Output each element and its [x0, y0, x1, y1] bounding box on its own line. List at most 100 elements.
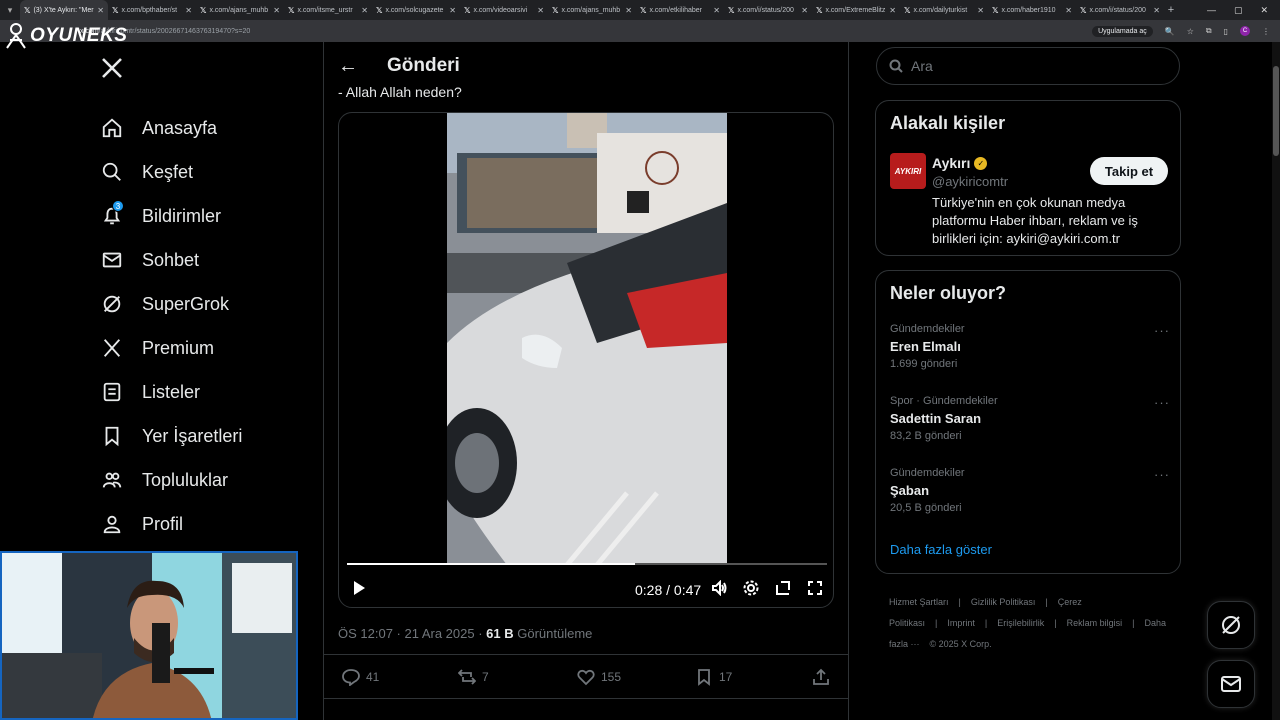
- browser-tab[interactable]: 𝕏x.com/ajans_muhb ✕: [196, 0, 284, 20]
- x-logo-icon[interactable]: [100, 56, 126, 86]
- close-tab-icon[interactable]: ✕: [537, 6, 544, 15]
- video-progress-bar[interactable]: [347, 563, 827, 565]
- search-input[interactable]: [911, 58, 1151, 74]
- fullscreen-icon[interactable]: [807, 580, 823, 601]
- browser-tab[interactable]: 𝕏 (3) X'te Aykırı: "Mer ✕: [20, 0, 108, 20]
- settings-icon[interactable]: [743, 580, 759, 601]
- video-player[interactable]: 0:28 / 0:47: [338, 112, 834, 608]
- account-name[interactable]: Aykırı ✓: [932, 155, 988, 171]
- footer-link[interactable]: © 2025 X Corp.: [930, 639, 992, 649]
- trend-category: Gündemdekiler: [890, 323, 965, 335]
- tab-title: x.com/bpthaber/st: [121, 6, 178, 14]
- nav-item-3[interactable]: 3 Bildirimler: [100, 194, 320, 238]
- scrollbar[interactable]: [1272, 42, 1280, 720]
- close-tab-icon[interactable]: ✕: [97, 6, 104, 15]
- nav-item-8[interactable]: Yer İşaretleri: [100, 414, 320, 458]
- more-icon[interactable]: ···: [1154, 467, 1170, 482]
- video-time: 0:28 / 0:47: [635, 582, 702, 598]
- bookmark-button[interactable]: 17: [695, 668, 732, 686]
- more-icon[interactable]: ···: [1154, 323, 1170, 338]
- footer-link[interactable]: Gizlilik Politikası: [971, 597, 1036, 607]
- heart-icon: [577, 669, 595, 686]
- nav-item-9[interactable]: Topluluklar: [100, 458, 320, 502]
- account-handle[interactable]: @aykiricomtr: [932, 174, 1008, 189]
- browser-tab[interactable]: 𝕏x.com/ExtremeBlitz ✕: [812, 0, 900, 20]
- like-button[interactable]: 155: [577, 668, 621, 686]
- close-tab-icon[interactable]: ✕: [1065, 6, 1072, 15]
- follow-button[interactable]: Takip et: [1090, 157, 1168, 185]
- browser-tab[interactable]: 𝕏x.com/itsme_urstr ✕: [284, 0, 372, 20]
- share-button[interactable]: [812, 668, 830, 686]
- browser-tab[interactable]: 𝕏x.com/bpthaber/st ✕: [108, 0, 196, 20]
- search-box[interactable]: [876, 47, 1180, 85]
- browser-tab[interactable]: 𝕏x.com/i/status/200 ✕: [1076, 0, 1164, 20]
- close-tab-icon[interactable]: ✕: [713, 6, 720, 15]
- play-icon[interactable]: [351, 580, 367, 601]
- tab-title: x.com/i/status/200: [737, 6, 794, 14]
- nav-item-6[interactable]: Premium: [100, 326, 320, 370]
- close-tab-icon[interactable]: ✕: [449, 6, 456, 15]
- footer-link[interactable]: Imprint: [947, 618, 975, 628]
- related-people-card: Alakalı kişiler AYKIRI Aykırı ✓ @aykirico…: [875, 100, 1181, 256]
- nav-item-2[interactable]: Keşfet: [100, 150, 320, 194]
- close-tab-icon[interactable]: ✕: [273, 6, 280, 15]
- zoom-icon[interactable]: 🔍: [1165, 27, 1175, 36]
- close-tab-icon[interactable]: ✕: [625, 6, 632, 15]
- browser-menu-icon[interactable]: ⋮: [1262, 27, 1270, 36]
- tab-search-icon[interactable]: ▾: [0, 0, 20, 20]
- maximize-icon[interactable]: ▢: [1234, 5, 1243, 16]
- grok-button[interactable]: [1207, 601, 1255, 649]
- close-tab-icon[interactable]: ✕: [1153, 6, 1160, 15]
- footer-link[interactable]: Reklam bilgisi: [1067, 618, 1123, 628]
- nav-item-7[interactable]: Listeler: [100, 370, 320, 414]
- avatar[interactable]: AYKIRI: [890, 153, 926, 189]
- browser-tab[interactable]: 𝕏x.com/solcugazete ✕: [372, 0, 460, 20]
- post-text: - Allah Allah neden?: [338, 84, 462, 100]
- browser-tab[interactable]: 𝕏x.com/dailyturkist ✕: [900, 0, 988, 20]
- view-count: 61 B: [486, 626, 514, 641]
- repost-button[interactable]: 7: [458, 668, 489, 686]
- browser-tab[interactable]: 𝕏x.com/ajans_muhb ✕: [548, 0, 636, 20]
- minimize-icon[interactable]: —: [1207, 5, 1216, 16]
- extensions-icon[interactable]: ⧉: [1206, 26, 1212, 36]
- nav-item-1[interactable]: Anasayfa: [100, 106, 320, 150]
- browser-tab[interactable]: 𝕏x.com/etkilihaber ✕: [636, 0, 724, 20]
- close-tab-icon[interactable]: ✕: [977, 6, 984, 15]
- nav-label: SuperGrok: [142, 293, 230, 314]
- footer-link[interactable]: Erişilebilirlik: [997, 618, 1044, 628]
- nav-item-5[interactable]: SuperGrok: [100, 282, 320, 326]
- reply-button[interactable]: 41: [342, 668, 379, 686]
- video-frame[interactable]: [447, 113, 727, 565]
- show-more-link[interactable]: Daha fazla göster: [890, 542, 992, 557]
- nav-item-10[interactable]: Profil: [100, 502, 320, 546]
- trend-item[interactable]: Gündemdekiler Şaban 20,5 B gönderi ···: [890, 467, 1170, 514]
- nav-item-4[interactable]: Sohbet: [100, 238, 320, 282]
- sidebar-icon[interactable]: ▯: [1224, 27, 1228, 36]
- trend-item[interactable]: Gündemdekiler Eren Elmalı 1.699 gönderi ···: [890, 323, 1170, 370]
- more-icon[interactable]: ···: [1154, 395, 1170, 410]
- browser-tab[interactable]: 𝕏x.com/haber1910 ✕: [988, 0, 1076, 20]
- back-arrow-icon[interactable]: ←: [338, 55, 358, 78]
- close-tab-icon[interactable]: ✕: [801, 6, 808, 15]
- pip-icon[interactable]: [775, 580, 791, 601]
- trend-item[interactable]: Spor · Gündemdekiler Sadettin Saran 83,2 B…: [890, 395, 1170, 442]
- footer-separator: |: [935, 618, 938, 628]
- post-timestamp[interactable]: ÖS 12:07 · 21 Ara 2025 ·: [338, 626, 486, 641]
- footer-link[interactable]: Hizmet Şartları: [889, 597, 949, 607]
- volume-icon[interactable]: [711, 579, 727, 601]
- star-icon[interactable]: ☆: [1187, 27, 1194, 36]
- close-tab-icon[interactable]: ✕: [889, 6, 896, 15]
- new-tab-button[interactable]: +: [1164, 4, 1178, 16]
- close-tab-icon[interactable]: ✕: [185, 6, 192, 15]
- open-in-app-button[interactable]: Uygulamada aç: [1092, 25, 1153, 37]
- browser-tab[interactable]: 𝕏x.com/videoarsivi ✕: [460, 0, 548, 20]
- profile-avatar[interactable]: C: [1240, 26, 1250, 36]
- footer-separator: |: [1045, 597, 1048, 607]
- footer-links: Hizmet Şartları | Gizlilik Politikası | Çere…: [889, 592, 1179, 655]
- footer-separator: |: [958, 597, 961, 607]
- close-window-icon[interactable]: ✕: [1260, 5, 1268, 16]
- close-tab-icon[interactable]: ✕: [361, 6, 368, 15]
- search-icon: [100, 160, 124, 184]
- messages-button[interactable]: [1207, 660, 1255, 708]
- browser-tab[interactable]: 𝕏x.com/i/status/200 ✕: [724, 0, 812, 20]
